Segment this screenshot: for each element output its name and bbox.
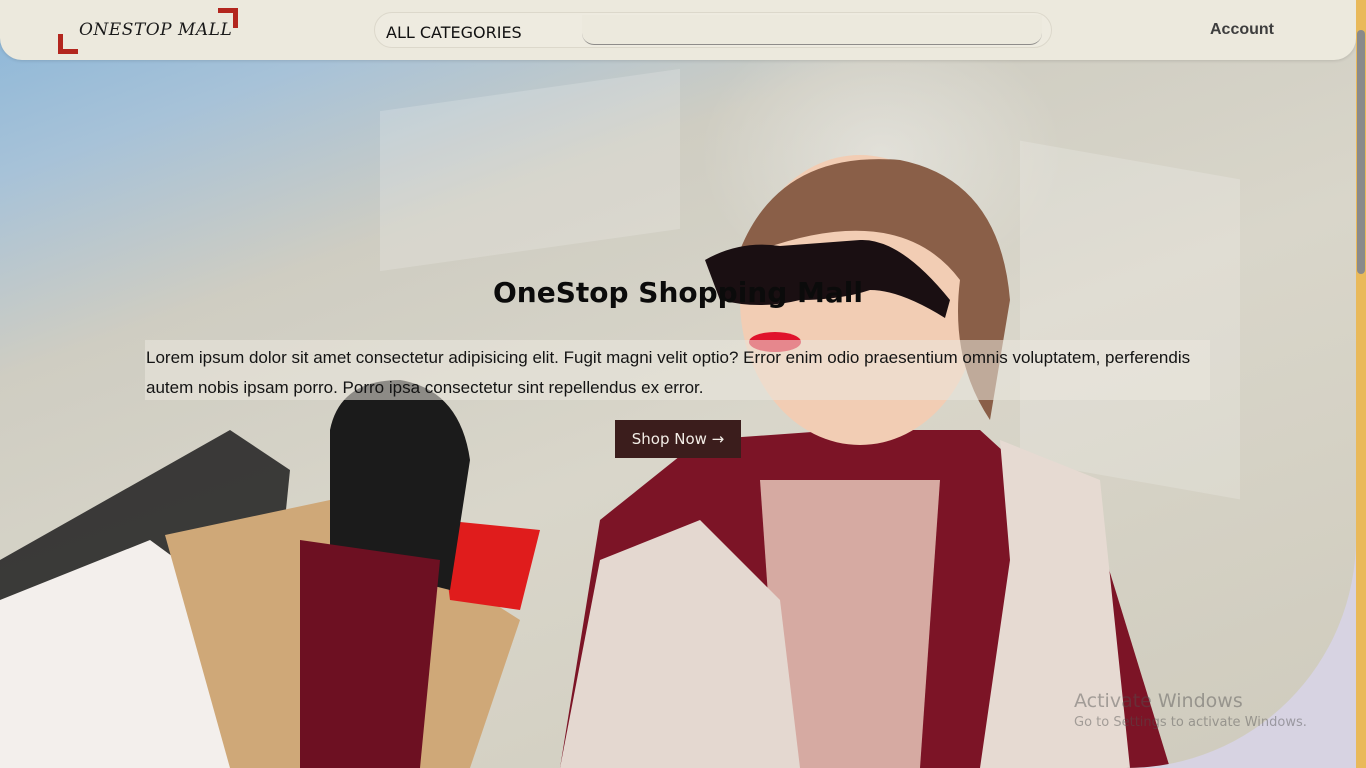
- hero-description: Lorem ipsum dolor sit amet consectetur a…: [145, 340, 1210, 400]
- site-header: ONESTOP MALL ALL CATEGORIES Account: [0, 0, 1356, 60]
- hero-title: OneStop Shopping Mall: [492, 276, 863, 309]
- search-bar: ALL CATEGORIES: [374, 12, 1052, 48]
- watermark-subtitle: Go to Settings to activate Windows.: [1074, 715, 1307, 730]
- watermark-title: Activate Windows: [1074, 690, 1243, 712]
- page-scrollbar[interactable]: [1356, 0, 1366, 768]
- shop-now-button[interactable]: Shop Now →: [615, 420, 741, 458]
- category-select[interactable]: ALL CATEGORIES: [386, 23, 522, 42]
- account-link[interactable]: Account: [1210, 21, 1274, 39]
- search-input[interactable]: [582, 15, 1042, 45]
- scrollbar-thumb[interactable]: [1357, 30, 1365, 274]
- brand-logo[interactable]: ONESTOP MALL: [58, 8, 238, 54]
- logo-text: ONESTOP MALL: [79, 20, 233, 40]
- activate-windows-watermark: Activate Windows Go to Settings to activ…: [1074, 690, 1307, 730]
- logo-corner-accent: [58, 34, 78, 54]
